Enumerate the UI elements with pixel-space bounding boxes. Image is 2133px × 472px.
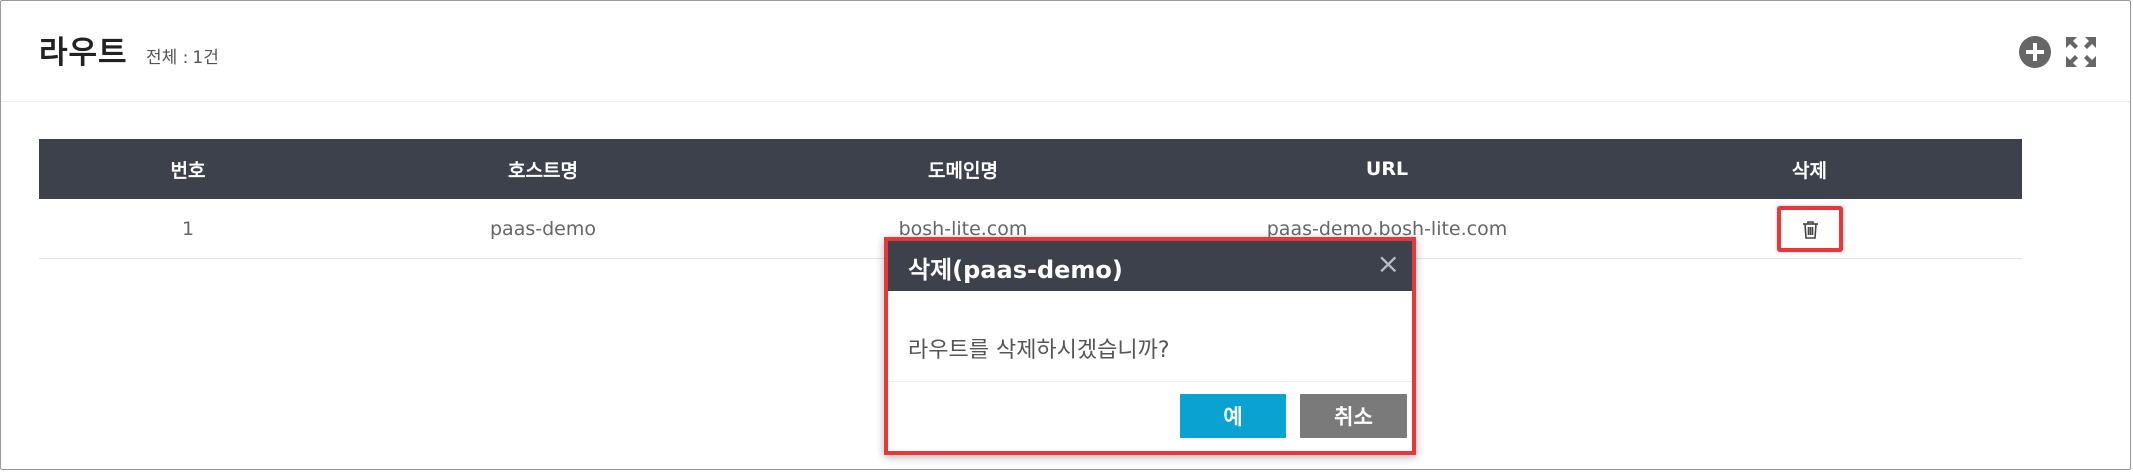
total-count: 전체 :1건 [146, 43, 219, 68]
count-value: 1건 [192, 48, 219, 68]
delete-button[interactable] [1776, 205, 1843, 252]
col-hostname: 호스트명 [337, 139, 749, 199]
cell-hostname: paas-demo [337, 199, 749, 259]
col-domain: 도메인명 [749, 139, 1177, 199]
cell-number: 1 [39, 199, 337, 259]
col-delete: 삭제 [1597, 139, 2022, 199]
confirm-button[interactable]: 예 [1180, 394, 1286, 438]
dialog-header: 삭제(paas-demo) × [888, 241, 1412, 291]
col-number: 번호 [39, 139, 337, 199]
dialog-message: 라우트를 삭제하시겠습니까? [908, 338, 1170, 363]
expand-icon[interactable] [2064, 35, 2098, 69]
dialog-footer: 예 취소 [888, 382, 1412, 452]
add-circle-icon[interactable] [2018, 35, 2052, 69]
cell-delete [1597, 199, 2022, 259]
trash-icon [1802, 220, 1818, 239]
cancel-button[interactable]: 취소 [1300, 394, 1407, 438]
count-label: 전체 : [146, 48, 189, 68]
panel-header: 라우트 전체 :1건 [1, 1, 2130, 102]
table-header-row: 번호 호스트명 도메인명 URL 삭제 [39, 139, 2022, 199]
delete-confirm-dialog: 삭제(paas-demo) × 라우트를 삭제하시겠습니까? 예 취소 [884, 237, 1416, 455]
close-icon[interactable]: × [1377, 250, 1400, 278]
page-title: 라우트 [39, 35, 128, 71]
col-url: URL [1177, 139, 1597, 199]
dialog-body: 라우트를 삭제하시겠습니까? [888, 291, 1412, 382]
dialog-title: 삭제(paas-demo) [908, 256, 1123, 284]
